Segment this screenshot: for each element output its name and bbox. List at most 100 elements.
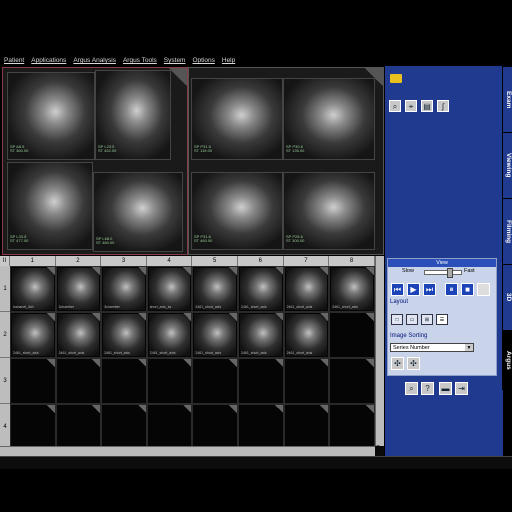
menu-item-argus-tools[interactable]: Argus Tools [123, 57, 157, 64]
sort-tool-icon[interactable]: ✣ [391, 357, 404, 370]
cell-corner-fold[interactable] [228, 359, 237, 367]
cardiac-image-left-4[interactable]: SP L68.0 ST 480.00 [93, 172, 183, 252]
tab-exam[interactable]: Exam [502, 66, 512, 132]
grid-cell[interactable]: 2461_short_axis [55, 312, 102, 358]
grid-row-header[interactable]: 4 [0, 404, 10, 450]
help-tool-icon[interactable]: ? [421, 382, 434, 395]
grid-cell[interactable] [283, 404, 330, 450]
grid-cell[interactable] [238, 358, 284, 404]
cell-corner-fold[interactable] [137, 405, 146, 413]
grid-cell[interactable] [192, 358, 238, 404]
grid-cell[interactable]: 2461_short_axis [329, 266, 375, 312]
layout-1x2-button[interactable]: ▭ [406, 314, 418, 325]
grid-cell[interactable]: short_axis_ss [146, 266, 193, 312]
cell-corner-fold[interactable] [92, 267, 101, 275]
viewer-corner-fold[interactable] [169, 68, 187, 86]
grid-cell[interactable] [329, 358, 375, 404]
film-tool-icon[interactable]: ▬ [439, 382, 452, 395]
grid-cell[interactable] [55, 358, 102, 404]
magnify-tool-icon[interactable]: ⌕ [389, 100, 401, 112]
cell-corner-fold[interactable] [320, 313, 329, 321]
grid-row-header[interactable]: 3 [0, 358, 10, 404]
grid-cell[interactable] [146, 404, 193, 450]
cell-corner-fold[interactable] [274, 267, 283, 275]
cell-corner-fold[interactable] [46, 405, 55, 413]
play-button[interactable]: ▶ [407, 283, 420, 296]
cell-corner-fold[interactable] [228, 405, 237, 413]
grid-cell[interactable]: 3chamber [101, 266, 147, 312]
grid-cell[interactable]: 2461_short_axis [192, 312, 238, 358]
viewer-left[interactable]: SP A8.5 ST 360.00 SP L23.5 ST 452.00 SP L3… [2, 67, 188, 255]
grid-cell[interactable] [10, 404, 56, 450]
grid-cell[interactable]: 2461_short_axis [192, 266, 238, 312]
viewer-right[interactable]: SP P31.5 ST 115.00 SP P30.6 ST 135.00 SP P… [188, 67, 384, 255]
menu-item-applications[interactable]: Applications [31, 57, 66, 64]
grid-vertical-scrollbar[interactable] [375, 256, 384, 446]
cell-corner-fold[interactable] [137, 313, 146, 321]
grid-cell[interactable] [192, 404, 238, 450]
cell-corner-fold[interactable] [365, 313, 374, 321]
export-tool-icon[interactable]: ⇥ [455, 382, 468, 395]
cell-corner-fold[interactable] [92, 359, 101, 367]
grid-column-header[interactable]: 4 [146, 256, 193, 266]
grid-cell[interactable] [329, 404, 375, 450]
cardiac-image-right-2[interactable]: SP P30.6 ST 135.00 [283, 78, 375, 160]
cell-corner-fold[interactable] [183, 359, 192, 367]
cell-corner-fold[interactable] [92, 313, 101, 321]
grid-column-header[interactable]: 8 [329, 256, 375, 266]
first-frame-button[interactable]: ⏮ [391, 283, 404, 296]
curve-tool-icon[interactable]: ∫ [437, 100, 449, 112]
tab-argus[interactable]: Argus [502, 330, 512, 390]
cell-corner-fold[interactable] [365, 405, 374, 413]
layout-grid-button[interactable]: ☰ [436, 314, 448, 325]
pause-button[interactable]: ⏸ [445, 283, 458, 296]
cardiac-image-left-3[interactable]: SP L33.5 ST 477.00 [7, 162, 93, 250]
tab-filming[interactable]: Filming [502, 198, 512, 264]
grid-cell[interactable]: 2461_short_axis [283, 312, 330, 358]
loop-button[interactable] [477, 283, 490, 296]
layout-tool-icon[interactable]: ▤ [421, 100, 433, 112]
cell-corner-fold[interactable] [183, 267, 192, 275]
grid-row-header[interactable]: 1 [0, 266, 10, 312]
menu-item-argus-analysis[interactable]: Argus Analysis [73, 57, 116, 64]
layout-1x1-button[interactable]: □ [391, 314, 403, 325]
grid-cell[interactable] [10, 358, 56, 404]
cell-corner-fold[interactable] [137, 267, 146, 275]
grid-column-header[interactable]: 3 [101, 256, 147, 266]
next-frame-button[interactable]: ⏭ [423, 283, 436, 296]
cell-corner-fold[interactable] [320, 267, 329, 275]
cell-corner-fold[interactable] [46, 359, 55, 367]
cell-corner-fold[interactable] [274, 405, 283, 413]
grid-cell[interactable]: lochanel_4ch [10, 266, 56, 312]
grid-cell[interactable] [101, 404, 147, 450]
grid-cell[interactable]: 2461_short_axis [101, 312, 147, 358]
folder-icon[interactable] [390, 74, 402, 83]
cardiac-image-left-2[interactable]: SP L23.5 ST 452.00 [95, 70, 171, 160]
grid-row-header[interactable]: 2 [0, 312, 10, 358]
cell-corner-fold[interactable] [46, 313, 55, 321]
tab-3d[interactable]: 3D [502, 264, 512, 330]
search-series-icon[interactable]: ⌕ [405, 382, 418, 395]
cell-corner-fold[interactable] [92, 405, 101, 413]
cell-corner-fold[interactable] [320, 405, 329, 413]
grid-cell[interactable]: 2461_short_axis [283, 266, 330, 312]
stop-button[interactable]: ■ [461, 283, 474, 296]
grid-cell[interactable]: 2461_short_axis [10, 312, 56, 358]
grid-column-header[interactable]: 7 [283, 256, 330, 266]
menu-item-options[interactable]: Options [192, 57, 214, 64]
menu-item-help[interactable]: Help [222, 57, 235, 64]
cell-corner-fold[interactable] [274, 359, 283, 367]
grid-column-header[interactable]: 1 [10, 256, 56, 266]
grid-horizontal-scrollbar[interactable] [0, 446, 375, 456]
cell-corner-fold[interactable] [320, 359, 329, 367]
grid-cell[interactable]: 2chamber [55, 266, 102, 312]
menu-item-system[interactable]: System [164, 57, 186, 64]
sort-tool-2-icon[interactable]: ✣ [407, 357, 420, 370]
grid-column-header[interactable]: 2 [55, 256, 102, 266]
cell-corner-fold[interactable] [274, 313, 283, 321]
cardiac-image-right-1[interactable]: SP P31.5 ST 115.00 [191, 78, 283, 160]
grid-column-header[interactable]: 5 [192, 256, 238, 266]
cell-corner-fold[interactable] [183, 313, 192, 321]
grid-cell[interactable] [55, 404, 102, 450]
menu-item-patient[interactable]: Patient [4, 57, 24, 64]
